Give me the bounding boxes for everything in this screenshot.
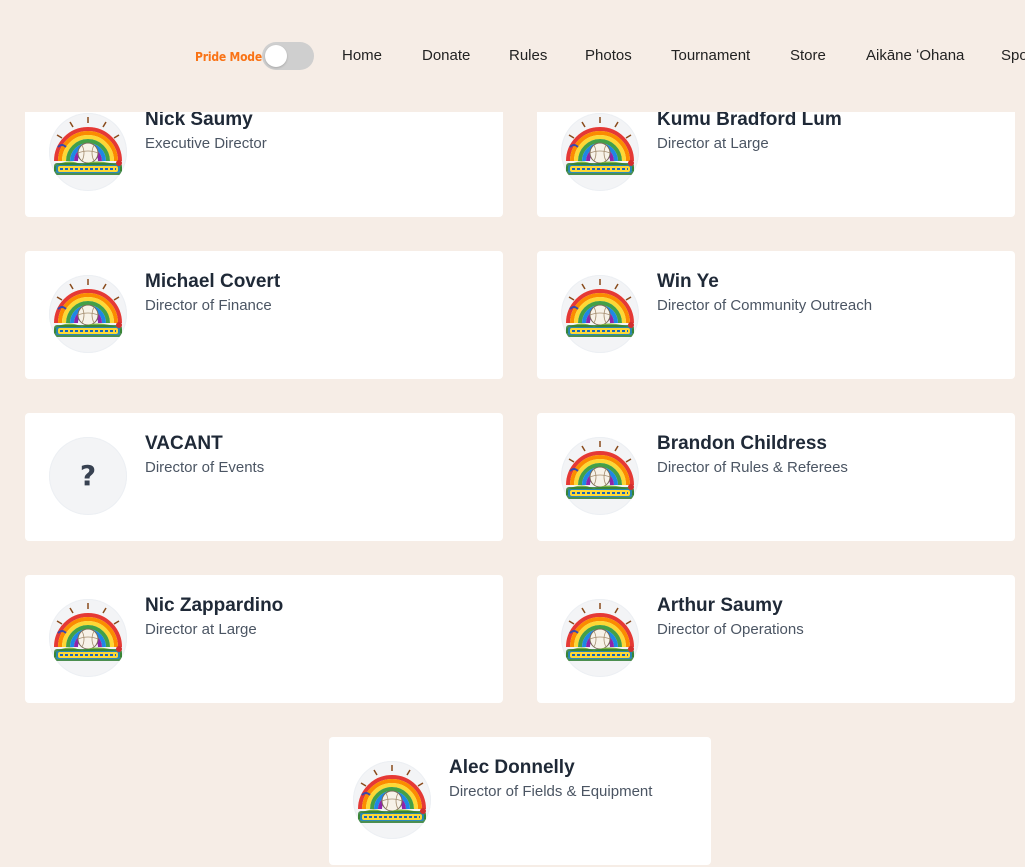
volleyball-logo-avatar — [49, 275, 127, 353]
member-name: Michael Covert — [145, 271, 281, 292]
pride-mode-label: Pride Mode — [195, 50, 262, 64]
member-name: Arthur Saumy — [657, 595, 783, 616]
volleyball-logo-avatar — [561, 437, 639, 515]
top-navigation: Pride Mode Home Donate Rules Photos Tour… — [0, 0, 1025, 112]
member-role: Director of Events — [145, 459, 265, 476]
member-name: Alec Donnelly — [449, 757, 575, 778]
member-role: Director of Operations — [657, 621, 804, 638]
member-role: Director of Fields & Equipment — [449, 783, 653, 800]
member-role: Director of Rules & Referees — [657, 459, 848, 476]
member-name: Kumu Bradford Lum — [657, 109, 842, 130]
nav-home[interactable]: Home — [342, 47, 382, 64]
member-name: Win Ye — [657, 271, 719, 292]
board-member-card: ? VACANT Director of Events — [25, 413, 503, 541]
toggle-knob — [265, 45, 287, 67]
board-member-card: Alec Donnelly Director of Fields & Equip… — [329, 737, 711, 865]
nav-tournament[interactable]: Tournament — [671, 47, 750, 64]
volleyball-logo-avatar — [561, 113, 639, 191]
volleyball-logo-avatar — [561, 275, 639, 353]
nav-sponsors[interactable]: Spo — [1001, 47, 1025, 64]
member-name: VACANT — [145, 433, 223, 454]
board-member-card: Arthur Saumy Director of Operations — [537, 575, 1015, 703]
board-member-card: Win Ye Director of Community Outreach — [537, 251, 1015, 379]
nav-photos[interactable]: Photos — [585, 47, 632, 64]
member-name: Nick Saumy — [145, 109, 253, 130]
member-role: Executive Director — [145, 135, 267, 152]
question-mark-avatar: ? — [49, 437, 127, 515]
nav-store[interactable]: Store — [790, 47, 826, 64]
member-role: Director of Finance — [145, 297, 272, 314]
nav-aikane-ohana[interactable]: Aikāne ʻOhana — [866, 47, 964, 64]
member-name: Brandon Childress — [657, 433, 827, 454]
board-member-card: Nic Zappardino Director at Large — [25, 575, 503, 703]
question-mark-icon: ? — [79, 459, 97, 492]
volleyball-logo-avatar — [561, 599, 639, 677]
board-member-card: Brandon Childress Director of Rules & Re… — [537, 413, 1015, 541]
volleyball-logo-avatar — [353, 761, 431, 839]
nav-rules[interactable]: Rules — [509, 47, 547, 64]
volleyball-logo-avatar — [49, 113, 127, 191]
member-role: Director of Community Outreach — [657, 297, 873, 314]
member-name: Nic Zappardino — [145, 595, 284, 616]
nav-donate[interactable]: Donate — [422, 47, 470, 64]
board-member-card: Michael Covert Director of Finance — [25, 251, 503, 379]
volleyball-logo-avatar — [49, 599, 127, 677]
pride-mode-toggle[interactable] — [262, 42, 314, 70]
member-role: Director at Large — [145, 621, 257, 638]
member-role: Director at Large — [657, 135, 769, 152]
